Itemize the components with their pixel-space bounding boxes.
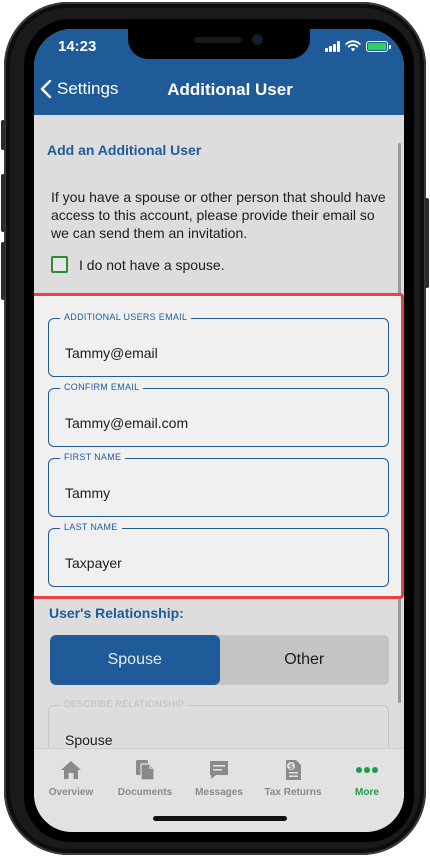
volume-down-button: [1, 242, 5, 300]
tab-tax-returns-label: Tax Returns: [264, 787, 322, 798]
form-content[interactable]: Add an Additional User If you have a spo…: [34, 115, 404, 764]
intro-text: If you have a spouse or other person tha…: [51, 189, 386, 241]
tab-overview[interactable]: Overview: [34, 749, 108, 832]
home-icon: [61, 761, 81, 779]
home-indicator[interactable]: [153, 816, 287, 821]
first-name-field[interactable]: FIRST NAME Tammy: [48, 452, 389, 517]
navigation-bar: 14:23 Settings Additional User: [34, 29, 404, 115]
confirm-email-value: Tammy@email.com: [65, 415, 189, 431]
describe-relationship-value: Spouse: [65, 732, 113, 748]
phone-frame: 14:23 Settings Additional User Add an Ad…: [1, 2, 429, 855]
more-dots-icon: [356, 767, 378, 773]
documents-icon: [136, 760, 155, 781]
svg-text:$: $: [289, 763, 294, 771]
relationship-option-spouse[interactable]: Spouse: [50, 635, 220, 685]
tab-messages-label: Messages: [195, 787, 243, 798]
describe-relationship-label: DESCRIBE RELATIONSHIP: [60, 699, 189, 709]
battery-icon: [366, 40, 391, 52]
volume-up-button: [1, 174, 5, 232]
section-title: Add an Additional User: [47, 142, 202, 158]
front-camera: [252, 34, 263, 45]
first-name-label: FIRST NAME: [60, 452, 126, 462]
tab-more-label: More: [355, 787, 379, 798]
notch: [128, 29, 310, 59]
relationship-option-other[interactable]: Other: [220, 635, 390, 685]
additional-email-field[interactable]: ADDITIONAL USERS EMAIL Tammy@email: [48, 312, 389, 377]
additional-email-label: ADDITIONAL USERS EMAIL: [60, 312, 192, 322]
last-name-field[interactable]: LAST NAME Taxpayer: [48, 522, 389, 587]
no-spouse-checkbox[interactable]: [51, 256, 68, 273]
additional-email-value: Tammy@email: [65, 345, 158, 361]
first-name-value: Tammy: [65, 485, 111, 501]
mute-switch: [1, 120, 5, 150]
speaker: [194, 37, 242, 43]
tab-more[interactable]: More: [330, 749, 404, 832]
relationship-title: User's Relationship:: [49, 605, 184, 621]
no-spouse-label: I do not have a spouse.: [79, 256, 225, 273]
last-name-label: LAST NAME: [60, 522, 122, 532]
phone-bezel: 14:23 Settings Additional User Add an Ad…: [24, 19, 414, 842]
wifi-icon: [345, 40, 361, 52]
tab-overview-label: Overview: [48, 787, 94, 798]
last-name-value: Taxpayer: [65, 555, 122, 571]
cellular-signal-icon: [325, 40, 340, 52]
no-spouse-checkbox-row[interactable]: I do not have a spouse.: [51, 256, 225, 273]
message-icon: [210, 761, 228, 779]
status-icons: [325, 39, 391, 53]
confirm-email-label: CONFIRM EMAIL: [60, 382, 144, 392]
page-title: Additional User: [167, 80, 293, 99]
screen: 14:23 Settings Additional User Add an Ad…: [34, 29, 404, 832]
relationship-segmented-control[interactable]: Spouse Other: [50, 635, 389, 685]
confirm-email-field[interactable]: CONFIRM EMAIL Tammy@email.com: [48, 382, 389, 447]
tab-documents-label: Documents: [117, 787, 173, 798]
tax-return-icon: $: [286, 760, 301, 780]
power-button: [425, 198, 429, 288]
status-time: 14:23: [58, 38, 97, 55]
